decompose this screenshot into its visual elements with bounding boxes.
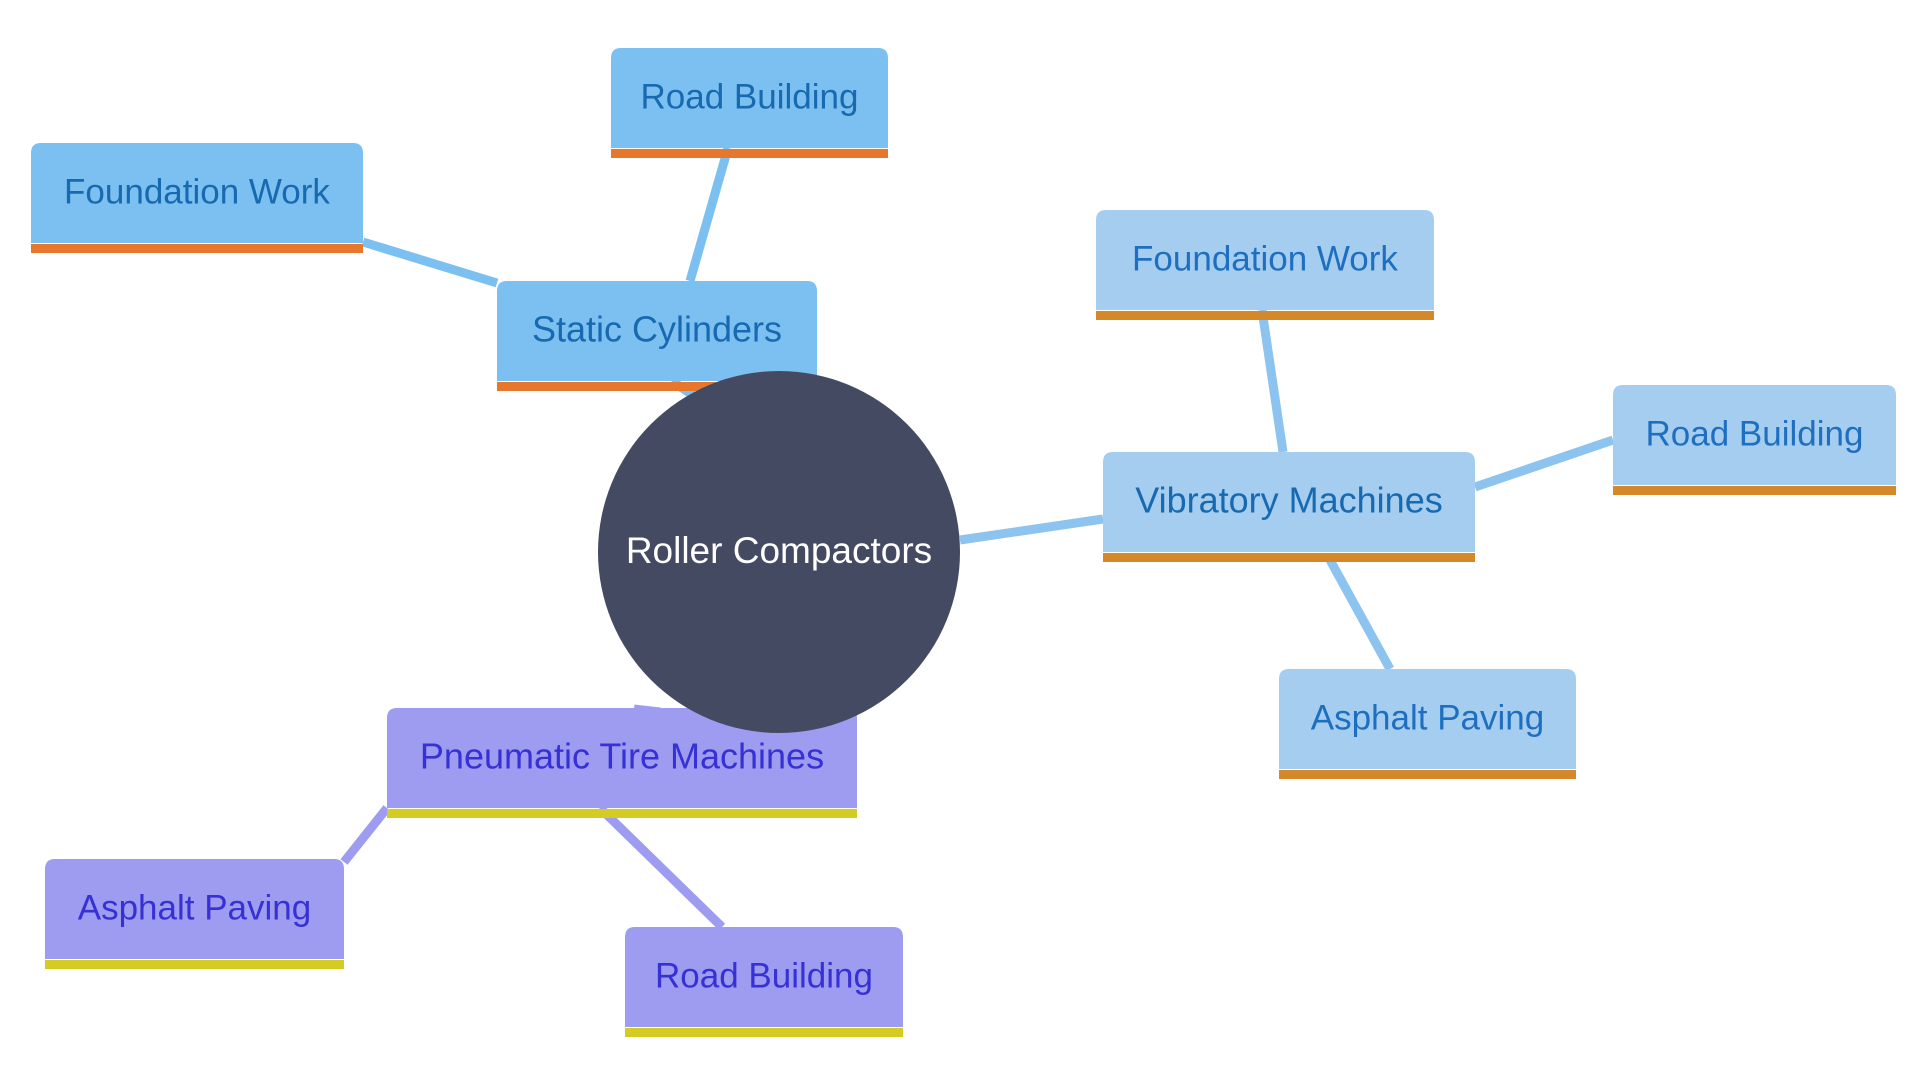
connector-vibratory-machines-to-foundation-work bbox=[1257, 309, 1288, 453]
mindmap-canvas: Foundation Work Road Building Static Cylin… bbox=[0, 0, 1920, 1080]
connector-static-cylinders-to-foundation-work bbox=[361, 237, 499, 288]
connector-root-to-vibratory-machines bbox=[959, 514, 1104, 545]
leaf-node-static-cylinders-road-building[interactable]: Road Building bbox=[611, 48, 888, 158]
leaf-node-vibratory-machines-foundation-work[interactable]: Foundation Work bbox=[1096, 210, 1434, 320]
leaf-node-label: Asphalt Paving bbox=[78, 888, 311, 927]
mindmap-svg: Foundation Work Road Building Static Cylin… bbox=[31, 48, 1896, 1037]
leaf-node-label: Road Building bbox=[641, 77, 859, 116]
branch-node-label: Vibratory Machines bbox=[1135, 480, 1442, 521]
root-label: Roller Compactors bbox=[626, 530, 932, 571]
branch-node-label: Pneumatic Tire Machines bbox=[420, 736, 824, 777]
leaf-node-static-cylinders-foundation-work[interactable]: Foundation Work bbox=[31, 143, 363, 253]
leaf-node-label: Asphalt Paving bbox=[1311, 698, 1544, 737]
leaf-node-label: Road Building bbox=[655, 956, 873, 995]
connector-vibratory-machines-to-road-building bbox=[1473, 435, 1615, 492]
leaf-node-vibratory-machines-road-building[interactable]: Road Building bbox=[1613, 385, 1896, 495]
leaf-node-pneumatic-tire-machines-asphalt-paving[interactable]: Asphalt Paving bbox=[45, 859, 344, 969]
leaf-node-label: Foundation Work bbox=[64, 172, 330, 211]
leaf-node-underline bbox=[31, 244, 363, 253]
root-node[interactable]: Roller Compactors bbox=[598, 371, 960, 733]
leaf-node-label: Foundation Work bbox=[1132, 239, 1398, 278]
branch-node-underline bbox=[387, 809, 857, 818]
leaf-node-underline bbox=[1096, 311, 1434, 320]
branch-node-label: Static Cylinders bbox=[532, 309, 782, 350]
branch-node-underline bbox=[1103, 553, 1475, 562]
leaf-node-underline bbox=[1613, 486, 1896, 495]
leaf-node-label: Road Building bbox=[1646, 414, 1864, 453]
leaf-node-underline bbox=[611, 149, 888, 158]
leaf-node-underline bbox=[1279, 770, 1576, 779]
leaf-node-underline bbox=[625, 1028, 903, 1037]
connector-static-cylinders-to-road-building bbox=[685, 146, 733, 283]
connector-pneumatic-tire-machines-to-road-building bbox=[596, 804, 726, 931]
leaf-node-vibratory-machines-asphalt-paving[interactable]: Asphalt Paving bbox=[1279, 669, 1576, 779]
leaf-node-pneumatic-tire-machines-road-building[interactable]: Road Building bbox=[625, 927, 903, 1037]
connector-vibratory-machines-to-asphalt-paving bbox=[1326, 557, 1394, 672]
leaf-node-underline bbox=[45, 960, 344, 969]
connector-pneumatic-tire-machines-to-asphalt-paving bbox=[340, 805, 391, 865]
branch-node-vibratory-machines[interactable]: Vibratory Machines bbox=[1103, 452, 1475, 562]
